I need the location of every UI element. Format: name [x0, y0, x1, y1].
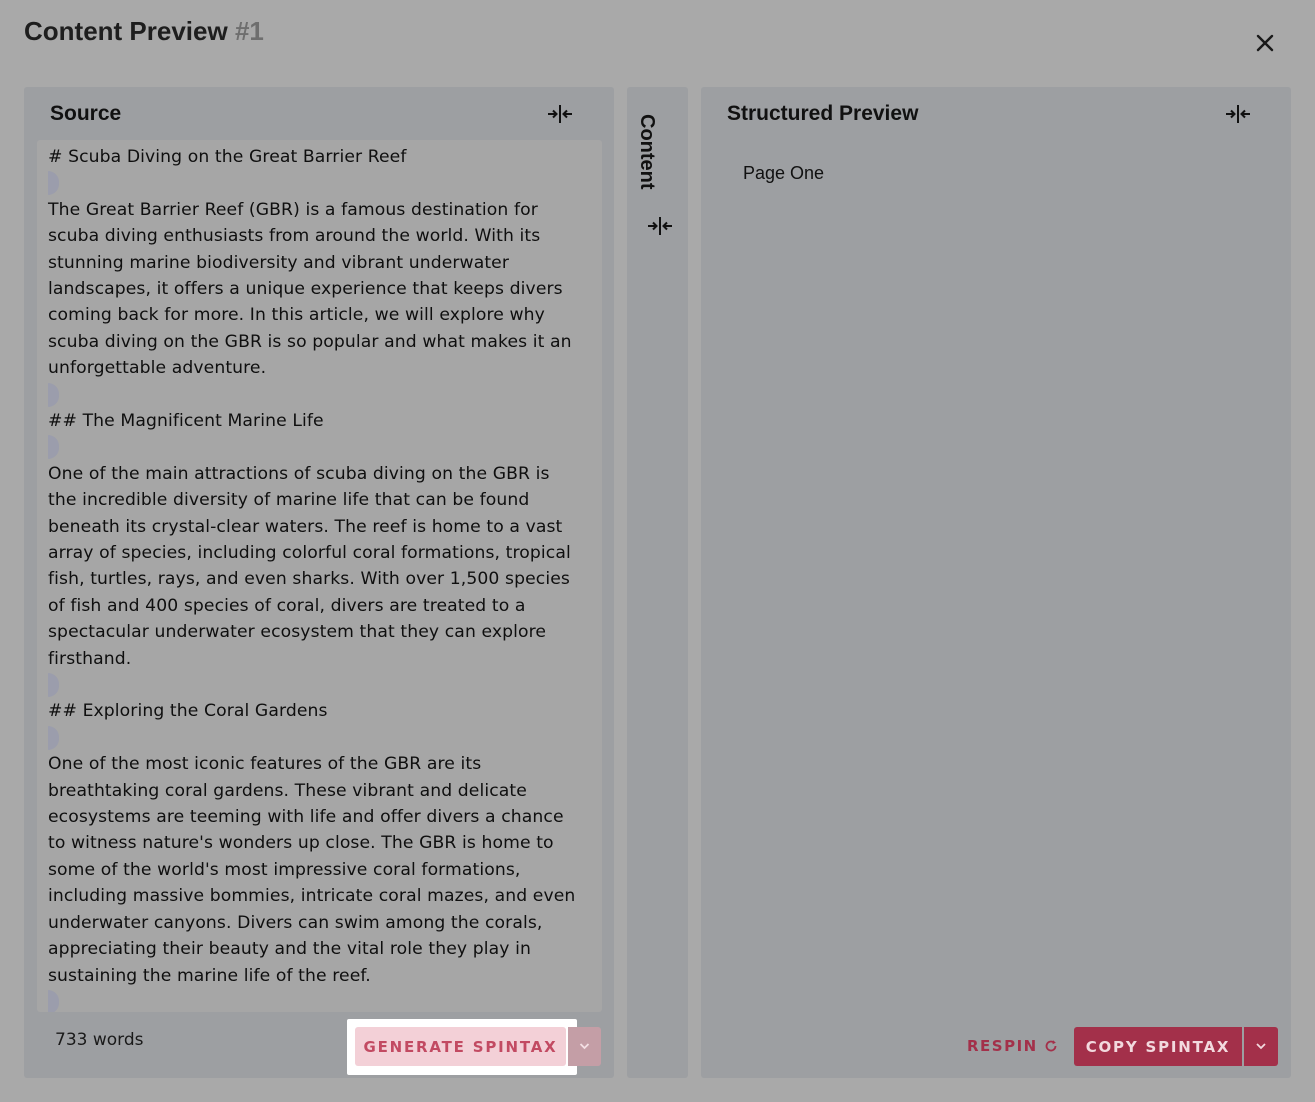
- source-line: of fish and 400 species of coral, divers…: [48, 595, 526, 616]
- source-panel: Source # Scuba Diving on the Great Barri…: [24, 87, 614, 1078]
- source-editor[interactable]: # Scuba Diving on the Great Barrier Reef…: [37, 140, 602, 1012]
- dialog-title: Content Preview #1: [24, 16, 264, 47]
- collapse-horizontal-icon: [548, 105, 572, 123]
- close-button[interactable]: [1250, 28, 1280, 58]
- source-line: landscapes, it offers a unique experienc…: [48, 279, 563, 300]
- close-icon: [1256, 34, 1274, 52]
- source-heading: Source: [50, 102, 122, 125]
- source-line: underwater canyons. Divers can swim amon…: [48, 912, 543, 933]
- source-line: including massive bommies, intricate cor…: [48, 886, 576, 907]
- preview-collapse-button[interactable]: [1224, 103, 1252, 125]
- respin-button[interactable]: RESPIN: [967, 1037, 1058, 1055]
- paragraph-break-marker: [48, 725, 592, 751]
- source-line: appreciating their beauty and the vital …: [48, 939, 531, 960]
- source-line: One of the main attractions of scuba div…: [48, 463, 550, 484]
- chevron-down-icon: [1256, 1043, 1266, 1050]
- source-line: array of species, including colorful cor…: [48, 543, 571, 564]
- content-expand-button[interactable]: [646, 215, 674, 237]
- source-line: sustaining the marine life of the reef.: [48, 965, 371, 986]
- source-line: some of the world's most impressive cora…: [48, 859, 521, 880]
- source-line: unforgettable adventure.: [48, 358, 267, 379]
- respin-label: RESPIN: [967, 1037, 1038, 1055]
- copy-spintax-button[interactable]: COPY SPINTAX: [1074, 1027, 1242, 1066]
- collapse-horizontal-icon: [1226, 105, 1250, 123]
- source-line: ## The Magnificent Marine Life: [48, 411, 324, 432]
- word-count: 733 words: [55, 1030, 144, 1050]
- refresh-icon: [1045, 1040, 1057, 1052]
- source-line: to witness nature's wonders up close. Th…: [48, 833, 554, 854]
- source-line: stunning marine biodiversity and vibrant…: [48, 252, 510, 273]
- preview-item-page-one[interactable]: Page One: [743, 163, 824, 184]
- paragraph-break-marker: [48, 989, 592, 1012]
- source-line: breathtaking coral gardens. These vibran…: [48, 780, 527, 801]
- source-line: spectacular underwater ecosystem that th…: [48, 622, 547, 643]
- source-collapse-button[interactable]: [546, 103, 574, 125]
- source-line: # Scuba Diving on the Great Barrier Reef: [48, 147, 407, 167]
- copy-options-dropdown[interactable]: [1244, 1027, 1278, 1066]
- source-line: ecosystems are teeming with life and off…: [48, 807, 564, 828]
- collapse-horizontal-icon: [648, 217, 672, 235]
- paragraph-break-marker: [48, 382, 592, 408]
- preview-panel: Structured Preview Page One RESPIN COPY …: [701, 87, 1291, 1078]
- source-line: beneath its crystal-clear waters. The re…: [48, 516, 563, 537]
- source-line: scuba diving on the GBR is so popular an…: [48, 331, 572, 352]
- source-line: scuba diving enthusiasts from around the…: [48, 226, 541, 247]
- source-line: The Great Barrier Reef (GBR) is a famous…: [48, 199, 538, 220]
- generate-options-dropdown[interactable]: [568, 1027, 601, 1066]
- source-line: coming back for more. In this article, w…: [48, 305, 545, 326]
- source-line: One of the most iconic features of the G…: [48, 754, 482, 775]
- content-label: Content: [636, 114, 658, 190]
- generate-spintax-button[interactable]: GENERATE SPINTAX: [355, 1027, 566, 1066]
- content-panel[interactable]: Content: [627, 87, 688, 1078]
- paragraph-break-marker: [48, 434, 592, 460]
- preview-heading: Structured Preview: [727, 102, 919, 125]
- paragraph-break-marker: [48, 672, 592, 698]
- source-line: fish, turtles, rays, and even sharks. Wi…: [48, 569, 570, 590]
- source-line: the incredible diversity of marine life …: [48, 490, 530, 511]
- dialog-number: #1: [234, 16, 264, 46]
- source-text: # Scuba Diving on the Great Barrier Reef…: [37, 140, 602, 1012]
- source-line: firsthand.: [48, 648, 132, 669]
- chevron-down-icon: [579, 1043, 590, 1050]
- paragraph-break-marker: [48, 170, 592, 196]
- source-line: ## Exploring the Coral Gardens: [48, 701, 328, 722]
- dialog-title-text: Content Preview: [24, 16, 228, 46]
